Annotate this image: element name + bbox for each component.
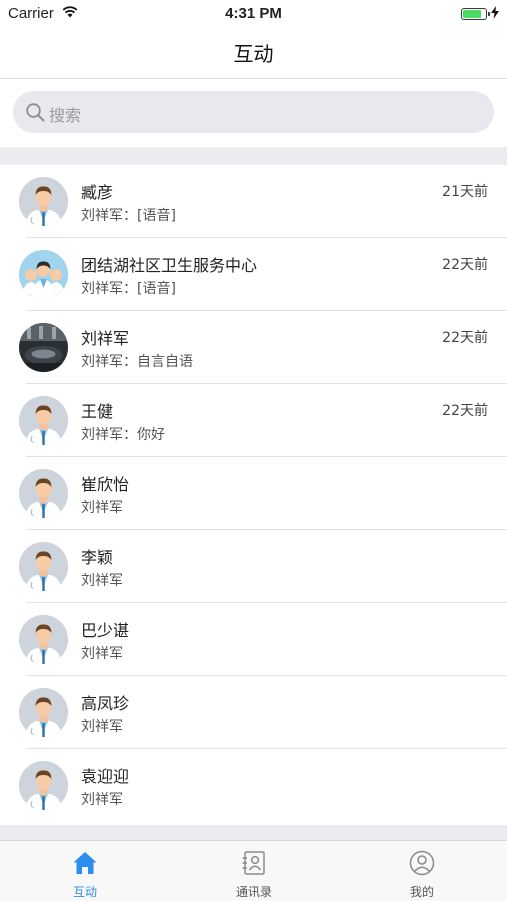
- contact-name: 刘祥军: [81, 329, 130, 348]
- profile-icon: [409, 850, 435, 880]
- contacts-icon: [241, 850, 267, 880]
- photo-avatar: [19, 323, 68, 372]
- doctor-avatar-icon: [19, 542, 68, 591]
- doctor-avatar-icon: [19, 615, 68, 664]
- message-time: 22天前: [442, 330, 488, 346]
- conversation-row[interactable]: 刘祥军 刘祥军：自言自语 22天前: [0, 311, 507, 384]
- last-message: 刘祥军: [81, 500, 123, 516]
- last-message: 刘祥军: [81, 646, 123, 662]
- conversation-list: 臧彦 刘祥军：[语音] 21天前 团结湖社区卫生服务中心 刘祥军：[语音] 22…: [0, 165, 507, 825]
- status-time: 4:31 PM: [225, 5, 282, 22]
- contact-name: 李颖: [81, 548, 114, 567]
- contact-name: 巴少谌: [81, 621, 130, 640]
- message-time: 22天前: [442, 403, 488, 419]
- contact-name: 臧彦: [81, 183, 114, 202]
- tab-label: 互动: [72, 885, 97, 899]
- contact-name: 王健: [81, 402, 114, 421]
- search-input[interactable]: 搜索: [13, 91, 494, 133]
- last-message: 刘祥军：自言自语: [81, 354, 193, 370]
- tab-profile[interactable]: 我的: [362, 841, 482, 901]
- conversation-row[interactable]: 臧彦 刘祥军：[语音] 21天前: [0, 165, 507, 238]
- page-title: 互动: [233, 42, 274, 66]
- last-message: 刘祥军: [81, 573, 123, 589]
- tab-interaction[interactable]: 互动: [25, 841, 145, 901]
- contact-name: 崔欣怡: [81, 475, 130, 494]
- last-message: 刘祥军：[语音]: [81, 281, 176, 297]
- group-avatar-icon: [19, 250, 68, 299]
- last-message: 刘祥军：[语音]: [81, 208, 176, 224]
- search-icon: [26, 103, 45, 126]
- last-message: 刘祥军: [81, 719, 123, 735]
- home-icon: [72, 850, 98, 880]
- doctor-avatar-icon: [19, 761, 68, 810]
- charging-icon: [491, 6, 499, 23]
- doctor-avatar-icon: [19, 396, 68, 445]
- search-placeholder: 搜索: [49, 106, 82, 125]
- contact-name: 高凤珍: [81, 694, 130, 713]
- list-footer-separator: [0, 825, 507, 840]
- last-message: 刘祥军：你好: [81, 427, 165, 443]
- tab-contacts[interactable]: 通讯录: [194, 841, 314, 901]
- conversation-row[interactable]: 王健 刘祥军：你好 22天前: [0, 384, 507, 457]
- conversation-row[interactable]: 团结湖社区卫生服务中心 刘祥军：[语音] 22天前: [0, 238, 507, 311]
- tab-label: 我的: [409, 885, 434, 899]
- tab-label: 通讯录: [235, 885, 272, 899]
- doctor-avatar-icon: [19, 177, 68, 226]
- conversation-row[interactable]: 巴少谌 刘祥军: [0, 603, 507, 676]
- battery-icon: [461, 8, 490, 20]
- conversation-row[interactable]: 李颖 刘祥军: [0, 530, 507, 603]
- doctor-avatar-icon: [19, 688, 68, 737]
- status-bar: Carrier 4:31 PM: [0, 0, 507, 28]
- message-time: 22天前: [442, 257, 488, 273]
- message-time: 21天前: [442, 184, 488, 200]
- doctor-avatar-icon: [19, 469, 68, 518]
- conversation-row[interactable]: 高凤珍 刘祥军: [0, 676, 507, 749]
- contact-name: 团结湖社区卫生服务中心: [81, 256, 258, 275]
- tab-bar: 互动 通讯录 我的: [0, 840, 507, 901]
- contact-name: 袁迎迎: [81, 767, 130, 786]
- conversation-row[interactable]: 崔欣怡 刘祥军: [0, 457, 507, 530]
- battery-fill: [463, 10, 481, 18]
- conversation-row[interactable]: 袁迎迎 刘祥军: [0, 749, 507, 822]
- section-separator: [0, 147, 507, 165]
- search-area: 搜索: [0, 79, 507, 147]
- last-message: 刘祥军: [81, 792, 123, 808]
- navigation-bar: 互动: [0, 28, 507, 79]
